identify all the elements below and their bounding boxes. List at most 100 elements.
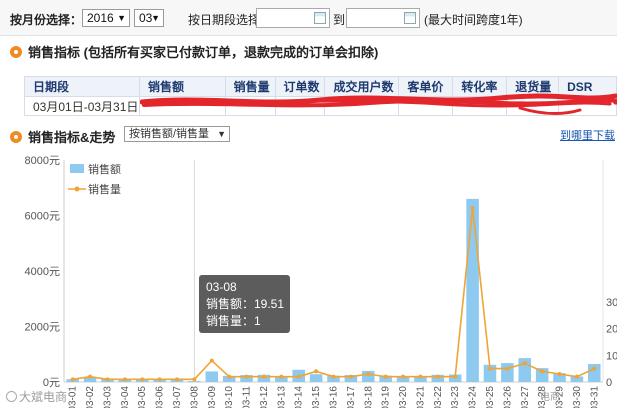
y-right-tick-label: 20 (606, 324, 617, 336)
tooltip-sales: 销售额：19.51 (206, 297, 285, 311)
x-tick-label: 03-19 (381, 386, 392, 408)
metrics-header-row: 日期段 销售额 销售量 订单数 成交用户数 客单价 转化率 退货量 DSR (24, 76, 617, 97)
date-to-separator: 到 (333, 13, 346, 27)
metrics-cell (506, 96, 560, 116)
section-bullet-icon (10, 131, 22, 143)
x-tick-label: 03-05 (137, 386, 148, 408)
section-bullet-icon (10, 46, 22, 58)
table-row: 03月01日-03月31日 (24, 96, 617, 116)
sales-section-title: 销售指标 (包括所有买家已付款订单，退款完成的订单会扣除) (28, 45, 379, 60)
metrics-cell (558, 96, 617, 116)
series-point (140, 377, 145, 382)
x-tick-label: 03-17 (346, 386, 357, 408)
chevron-down-icon: ▼ (151, 13, 160, 23)
series-point (296, 374, 301, 379)
calendar-icon[interactable] (404, 12, 416, 24)
chart-tooltip: 03-08 销售额：19.51 销售量：1 (199, 275, 290, 333)
legend-swatch-bar (70, 164, 84, 173)
watermark-left: 大斌电商 (6, 388, 67, 405)
chevron-down-icon: ▼ (217, 129, 226, 139)
calendar-icon[interactable] (314, 12, 326, 24)
x-tick-label: 03-14 (294, 386, 305, 408)
x-tick-label: 03-15 (311, 386, 322, 408)
series-point (487, 366, 492, 371)
trend-metric-select[interactable]: 按销售额/销售量 ▼ (124, 126, 230, 142)
metrics-cell (274, 96, 326, 116)
x-tick-label: 03-26 (502, 386, 513, 408)
x-tick-label: 03-31 (589, 386, 600, 408)
x-tick-label: 03-24 (468, 386, 479, 408)
date-to-input[interactable] (346, 8, 420, 28)
year-select[interactable]: 2016 ▼ (82, 9, 130, 27)
metrics-cell (224, 96, 276, 116)
download-link[interactable]: 到哪里下载 (560, 127, 615, 143)
series-point (331, 374, 336, 379)
x-tick-label: 03-08 (189, 386, 200, 408)
series-line (72, 208, 595, 381)
series-point (314, 369, 319, 374)
series-point (261, 374, 266, 379)
series-point (192, 377, 197, 382)
year-select-value: 2016 (87, 11, 114, 25)
date-from-input[interactable] (256, 8, 330, 28)
series-point (435, 374, 440, 379)
metrics-header-cell: 成交用户数 (324, 76, 400, 97)
chevron-down-icon: ▼ (117, 13, 126, 23)
x-tick-label: 03-25 (485, 386, 496, 408)
watermark-logo-icon (6, 391, 17, 402)
series-point (122, 377, 127, 382)
chart-bar (501, 363, 514, 382)
x-tick-label: 03-09 (207, 386, 218, 408)
series-point (540, 369, 545, 374)
metrics-cell: 03月01日-03月31日 (24, 96, 140, 116)
series-point (157, 377, 162, 382)
tooltip-date: 03-08 (206, 280, 237, 294)
x-tick-label: 03-22 (433, 386, 444, 408)
metrics-header-cell: 销售额 (138, 76, 226, 97)
metrics-cell (324, 96, 400, 116)
trend-section-title: 销售指标&走势 (28, 130, 116, 145)
month-select[interactable]: 03 ▼ (134, 9, 164, 27)
metrics-header-cell: 日期段 (24, 76, 140, 97)
chart-svg: 0元2000元4000元6000元8000元010203003-01 03-02 0… (25, 155, 617, 408)
x-tick-label: 03-12 (259, 386, 270, 408)
series-point (209, 358, 214, 363)
y-right-tick-label: 10 (606, 350, 617, 362)
month-filter-label: 按月份选择： (10, 13, 83, 27)
x-tick-label: 03-20 (398, 386, 409, 408)
x-tick-label: 03-02 (85, 386, 96, 408)
trend-metric-select-value: 按销售额/销售量 (129, 128, 210, 140)
metrics-header-cell: 退货量 (506, 76, 560, 97)
legend-label: 销售额 (88, 162, 121, 176)
series-point (574, 374, 579, 379)
metrics-cell (138, 96, 226, 116)
x-tick-label: 03-06 (155, 386, 166, 408)
series-point (453, 374, 458, 379)
range-note: (最大时间跨度1年) (424, 13, 523, 27)
series-point (70, 377, 75, 382)
sales-section-header: 销售指标 (包括所有买家已付款订单，退款完成的订单会扣除) (10, 42, 378, 60)
x-tick-label: 03-27 (520, 386, 531, 408)
chart-bar (466, 198, 479, 382)
x-tick-label: 03-11 (242, 386, 253, 408)
metrics-header-cell: 订单数 (274, 76, 326, 97)
x-tick-label: 03-13 (276, 386, 287, 408)
chart-bar (309, 374, 323, 382)
trend-section-header: 销售指标&走势 (10, 127, 115, 145)
metrics-table: 日期段 销售额 销售量 订单数 成交用户数 客单价 转化率 退货量 DSR 03… (24, 76, 617, 116)
metrics-cell (452, 96, 508, 116)
series-point (348, 374, 353, 379)
legend-swatch-point (74, 186, 80, 192)
series-point (418, 374, 423, 379)
metrics-header-cell: 转化率 (452, 76, 508, 97)
watermark-right: 电商 (540, 392, 560, 403)
series-point (401, 374, 406, 379)
x-tick-label: 03-07 (172, 386, 183, 408)
x-tick-label: 03-18 (363, 386, 374, 408)
series-point (383, 374, 388, 379)
series-point (592, 366, 597, 371)
x-tick-label: 03-03 (102, 386, 113, 408)
metrics-cell (398, 96, 454, 116)
legend-label: 销售量 (88, 182, 121, 196)
y-right-tick-label: 30 (606, 297, 617, 309)
